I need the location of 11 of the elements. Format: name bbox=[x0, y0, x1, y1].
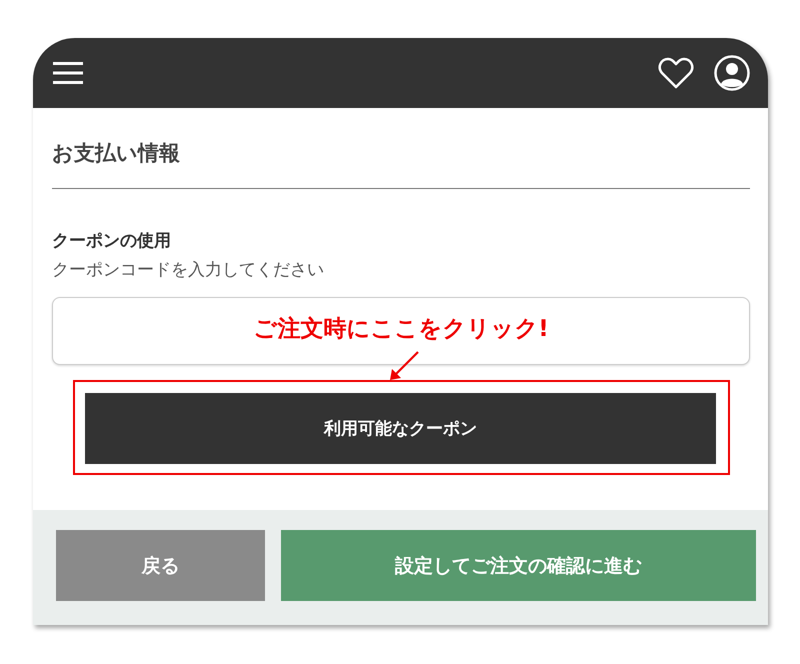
page-title: お支払い情報 bbox=[52, 140, 181, 166]
annotation-text: ご注文時にここをクリック! bbox=[253, 315, 549, 344]
section-label: クーポンの使用 bbox=[52, 230, 172, 252]
heart-icon[interactable] bbox=[658, 57, 694, 89]
available-coupons-button[interactable]: 利用可能なクーポン bbox=[85, 393, 716, 464]
instruction-text: クーポンコードを入力してください bbox=[52, 259, 325, 281]
coupon-code-field[interactable] bbox=[52, 297, 750, 365]
proceed-button[interactable]: 設定してご注文の確認に進む bbox=[281, 530, 756, 601]
back-button[interactable]: 戻る bbox=[56, 530, 265, 601]
menu-icon[interactable] bbox=[53, 62, 83, 84]
account-icon[interactable] bbox=[714, 55, 750, 91]
